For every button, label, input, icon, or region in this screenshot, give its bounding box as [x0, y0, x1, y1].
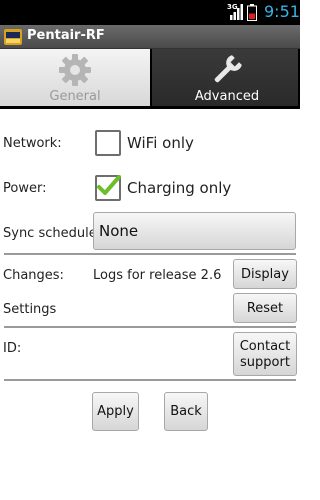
tab-label-general: General — [49, 89, 101, 104]
changes-label: Changes: — [3, 268, 64, 283]
charging-only-label: Charging only — [127, 179, 232, 197]
display-button[interactable]: Display — [233, 259, 297, 289]
divider — [4, 379, 296, 381]
checkmark-icon — [97, 175, 121, 195]
sync-schedule-select[interactable]: None — [93, 212, 296, 250]
clock: 9:51 — [264, 2, 300, 21]
contact-support-line2: support — [240, 355, 290, 370]
tab-advanced[interactable]: Advanced — [150, 49, 300, 109]
reset-button[interactable]: Reset — [233, 293, 297, 323]
signal-icon — [230, 4, 243, 20]
wrench-icon — [214, 55, 242, 83]
contact-support-line1: Contact — [239, 339, 291, 354]
battery-icon — [247, 4, 257, 21]
changes-value: Logs for release 2.6 — [93, 268, 222, 283]
tab-general[interactable]: General — [0, 49, 150, 109]
tab-bar: General Advanced — [0, 49, 300, 109]
network-label: Network: — [3, 136, 62, 151]
title-bar: Pentair-RF — [0, 25, 300, 49]
charging-only-checkbox[interactable] — [95, 175, 121, 201]
contact-support-button[interactable]: Contact support — [233, 332, 297, 376]
tab-label-advanced: Advanced — [194, 89, 260, 104]
wifi-only-checkbox[interactable] — [95, 130, 121, 156]
settings-label: Settings — [3, 302, 57, 317]
power-label: Power: — [3, 181, 47, 196]
divider — [4, 253, 296, 255]
sync-schedule-label: Sync schedule: — [3, 226, 102, 241]
app-logo-icon — [4, 29, 22, 45]
back-button[interactable]: Back — [164, 392, 208, 431]
wifi-only-label: WiFi only — [127, 134, 194, 152]
apply-button[interactable]: Apply — [92, 392, 139, 431]
status-bar: 3G 9:51 — [0, 0, 300, 25]
app-title: Pentair-RF — [27, 28, 105, 43]
gear-icon — [59, 54, 91, 86]
divider — [4, 326, 296, 328]
id-label: ID: — [3, 341, 22, 356]
